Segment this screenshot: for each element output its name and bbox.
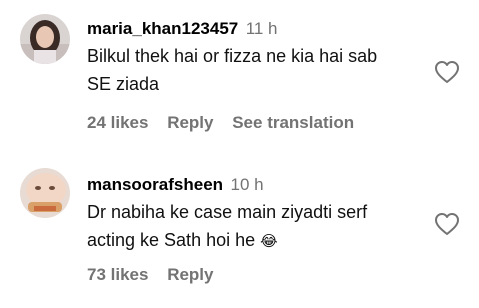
laughing-emoji-icon: 😂 bbox=[260, 232, 278, 250]
likes-count[interactable]: 24 likes bbox=[87, 113, 148, 132]
heart-outline-icon[interactable] bbox=[434, 60, 460, 84]
comment-item: mansoorafsheen 10 h Dr nabiha ke case ma… bbox=[0, 158, 479, 308]
see-translation-button[interactable]: See translation bbox=[232, 113, 354, 132]
comment-actions: 24 likes Reply See translation bbox=[87, 113, 368, 133]
comment-item: maria_khan123457 11 h Bilkul thek hai or… bbox=[0, 0, 479, 150]
comment-text: Dr nabiha ke case main ziyadti serf acti… bbox=[87, 198, 422, 255]
username[interactable]: maria_khan123457 bbox=[87, 19, 238, 38]
timestamp: 10 h bbox=[230, 175, 264, 194]
likes-count[interactable]: 73 likes bbox=[87, 265, 148, 284]
comment-header: maria_khan123457 11 h bbox=[87, 19, 278, 39]
comment-text-line: acting ke Sath hoi he 😂 bbox=[87, 226, 422, 255]
heart-outline-icon[interactable] bbox=[434, 212, 460, 236]
username[interactable]: mansoorafsheen bbox=[87, 175, 223, 194]
comment-text-line: SE ziada bbox=[87, 74, 160, 94]
comment-text-line: Dr nabiha ke case main ziyadti serf bbox=[87, 202, 368, 222]
comment-actions: 73 likes Reply bbox=[87, 265, 227, 285]
reply-button[interactable]: Reply bbox=[167, 113, 213, 132]
comment-header: mansoorafsheen 10 h bbox=[87, 175, 264, 195]
timestamp: 11 h bbox=[245, 19, 278, 38]
comment-text-line: Bilkul thek hai or fizza ne kia hai sab bbox=[87, 46, 378, 66]
comment-text: Bilkul thek hai or fizza ne kia hai sab … bbox=[87, 42, 422, 98]
avatar[interactable] bbox=[20, 14, 70, 64]
reply-button[interactable]: Reply bbox=[167, 265, 213, 284]
comment-text-fragment: acting ke Sath hoi he bbox=[87, 230, 256, 250]
avatar[interactable] bbox=[20, 168, 70, 218]
